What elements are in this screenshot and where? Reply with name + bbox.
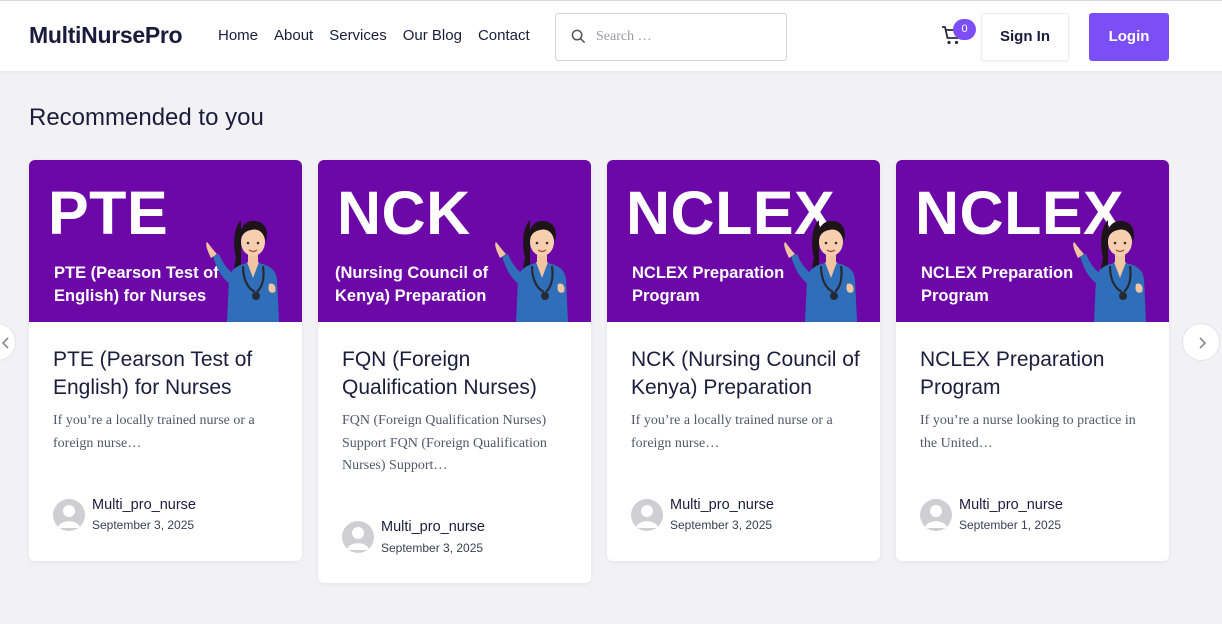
chevron-right-icon: [1199, 337, 1207, 349]
card-excerpt: If you’re a locally trained nurse or a f…: [631, 413, 833, 451]
carousel-prev-button[interactable]: [0, 323, 16, 361]
login-button[interactable]: Login: [1089, 13, 1169, 61]
card-title[interactable]: NCLEX Preparation Program: [920, 346, 1150, 402]
banner-subtitle: NCLEX Preparation Program: [921, 264, 1074, 305]
banner-subtitle: NCLEX Preparation Program: [632, 264, 785, 305]
card-title[interactable]: PTE (Pearson Test of English) for Nurses: [53, 346, 283, 402]
author-name[interactable]: Multi_pro_nurse: [959, 497, 1063, 513]
card-excerpt: FQN (Foreign Qualification Nurses) Suppo…: [342, 413, 547, 473]
author-name[interactable]: Multi_pro_nurse: [670, 497, 774, 513]
course-card[interactable]: NCK (Nursing Council of Kenya) Preparati…: [318, 160, 591, 583]
card-title[interactable]: FQN (Foreign Qualification Nurses): [342, 346, 572, 402]
nav-contact[interactable]: Contact: [478, 27, 530, 44]
site-header: MultiNursePro Home About Services Our Bl…: [0, 0, 1222, 71]
search-box: [555, 13, 787, 61]
course-card[interactable]: PTE PTE (Pearson Test of English) for Nu…: [29, 160, 302, 561]
banner-title: NCK: [337, 179, 471, 247]
post-date: September 3, 2025: [92, 518, 195, 532]
card-title[interactable]: NCK (Nursing Council of Kenya) Preparati…: [631, 346, 861, 402]
course-card[interactable]: NCLEX NCLEX Preparation Program NCLEX Pr…: [896, 160, 1169, 561]
banner-title: PTE: [48, 179, 169, 247]
chevron-left-icon: [1, 337, 9, 349]
card-banner-image[interactable]: PTE PTE (Pearson Test of English) for Nu…: [29, 160, 302, 322]
section-title: Recommended to you: [29, 104, 264, 131]
card-banner-image[interactable]: NCLEX NCLEX Preparation Program: [896, 160, 1169, 322]
author-avatar: [53, 499, 85, 531]
author-name[interactable]: Multi_pro_nurse: [92, 497, 196, 513]
card-excerpt: If you’re a locally trained nurse or a f…: [53, 413, 255, 451]
nurse-illustration: [1070, 206, 1169, 322]
card-banner-image[interactable]: NCLEX NCLEX Preparation Program: [607, 160, 880, 322]
cart-count-badge: 0: [953, 19, 976, 40]
nav-about[interactable]: About: [274, 27, 313, 44]
nav-services[interactable]: Services: [329, 27, 387, 44]
nurse-illustration: [781, 206, 880, 322]
author-avatar: [631, 499, 663, 531]
post-date: September 1, 2025: [959, 518, 1062, 532]
post-date: September 3, 2025: [670, 518, 773, 532]
carousel-next-button[interactable]: [1182, 323, 1220, 361]
nav-home[interactable]: Home: [218, 27, 258, 44]
card-excerpt: If you’re a nurse looking to practice in…: [920, 413, 1136, 451]
post-date: September 3, 2025: [381, 541, 484, 555]
nav-our-blog[interactable]: Our Blog: [403, 27, 462, 44]
author-name[interactable]: Multi_pro_nurse: [381, 519, 485, 535]
sign-in-button[interactable]: Sign In: [981, 13, 1069, 61]
card-banner-image[interactable]: NCK (Nursing Council of Kenya) Preparati…: [318, 160, 591, 322]
nurse-illustration: [203, 206, 302, 322]
course-card[interactable]: NCLEX NCLEX Preparation Program NCK (Nur…: [607, 160, 880, 561]
search-icon: [571, 29, 586, 44]
banner-subtitle: (Nursing Council of Kenya) Preparation: [335, 264, 489, 305]
author-avatar: [920, 499, 952, 531]
search-input[interactable]: [596, 24, 776, 50]
site-logo[interactable]: MultiNursePro: [29, 22, 183, 49]
author-avatar: [342, 521, 374, 553]
nurse-illustration: [492, 206, 591, 322]
main-nav: Home About Services Our Blog Contact: [218, 27, 546, 44]
